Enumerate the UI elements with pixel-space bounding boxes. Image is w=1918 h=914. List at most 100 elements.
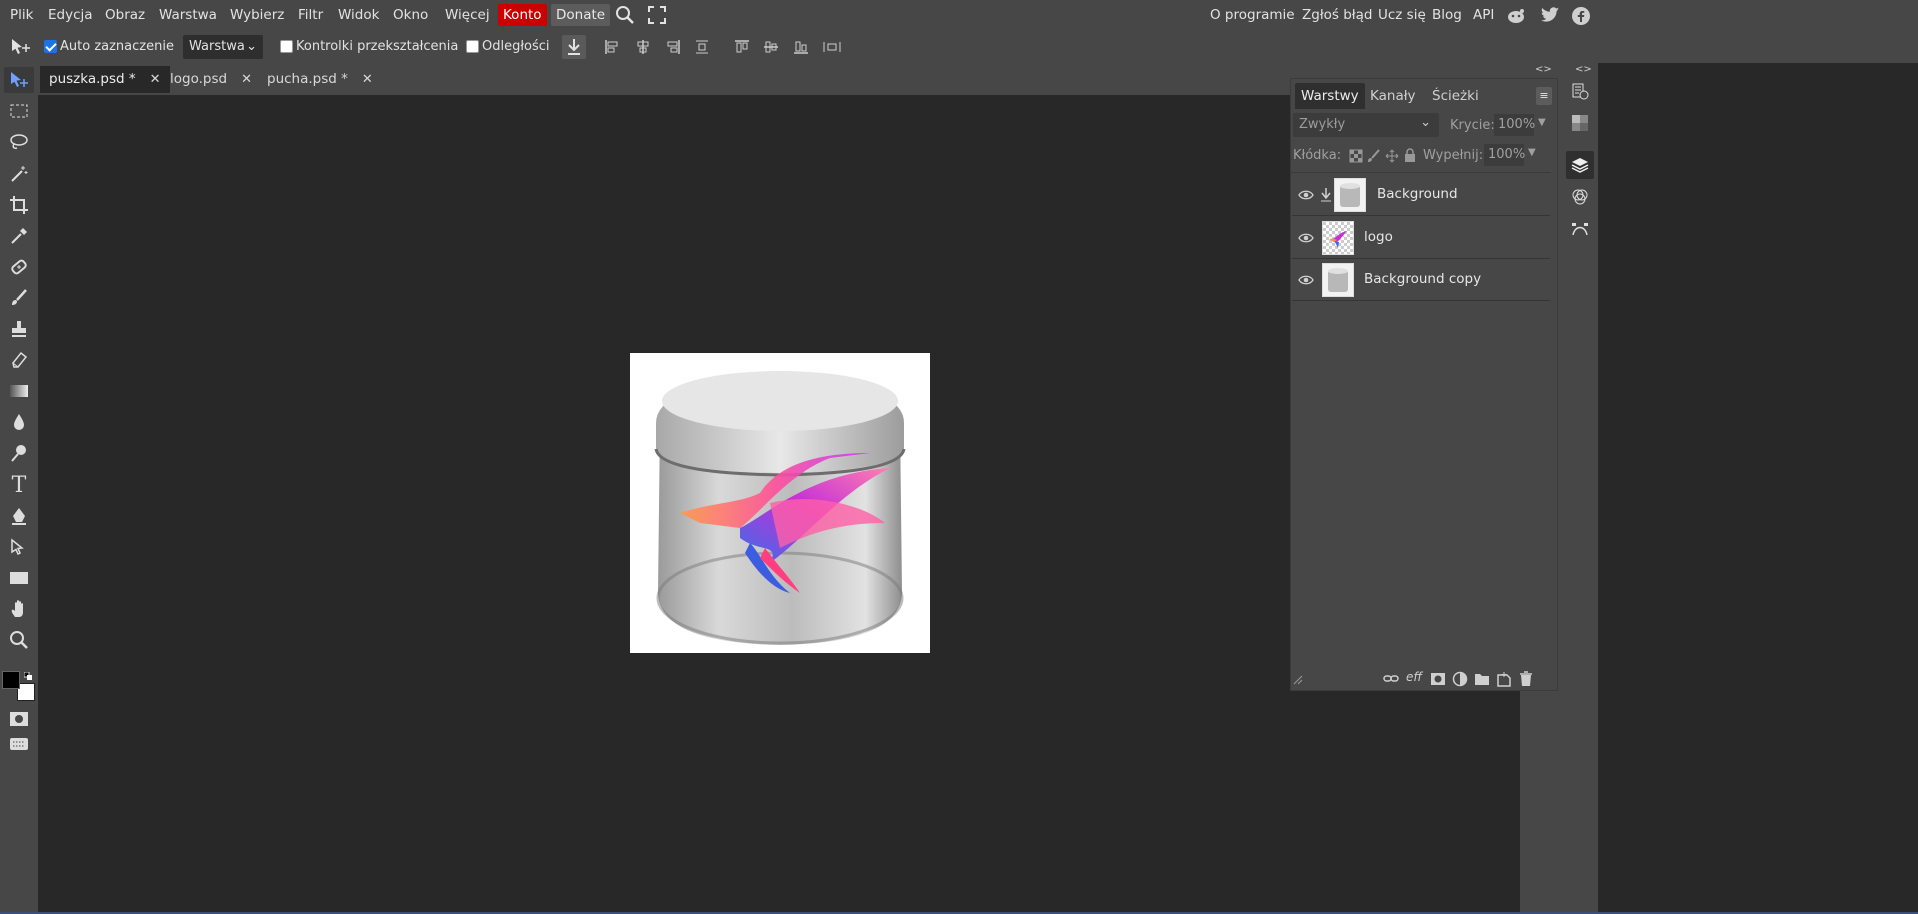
- keyboard-icon[interactable]: [4, 733, 34, 755]
- close-icon[interactable]: ✕: [362, 66, 373, 93]
- foreground-color-swatch[interactable]: [2, 671, 20, 689]
- align-left-icon[interactable]: [604, 39, 620, 55]
- gradient-tool-icon[interactable]: [4, 378, 34, 404]
- link-about[interactable]: O programie: [1208, 4, 1297, 26]
- align-center-icon[interactable]: [635, 39, 651, 55]
- download-icon[interactable]: [562, 35, 586, 59]
- tab-channels[interactable]: Kanały: [1364, 83, 1422, 109]
- collapse-dock-icon[interactable]: <>: [1575, 64, 1592, 75]
- panel-menu-icon[interactable]: ≡: [1536, 87, 1552, 105]
- layer-row-background[interactable]: Background: [1292, 174, 1550, 216]
- account-button[interactable]: Konto: [498, 4, 547, 26]
- blend-mode-dropdown[interactable]: Zwykły ⌄: [1293, 113, 1439, 137]
- canvas-document[interactable]: [630, 353, 930, 653]
- magic-wand-icon[interactable]: [4, 161, 34, 187]
- fill-input[interactable]: 100%: [1484, 144, 1525, 166]
- hand-tool-icon[interactable]: [4, 596, 34, 622]
- menu-file[interactable]: Plik: [8, 4, 35, 26]
- path-select-icon[interactable]: [4, 534, 34, 560]
- link-report-bug[interactable]: Zgłoś błąd: [1300, 4, 1375, 26]
- tab-paths[interactable]: Ścieżki: [1426, 83, 1485, 109]
- align-top-icon[interactable]: [734, 39, 750, 55]
- lock-paint-icon[interactable]: [1367, 149, 1381, 163]
- quick-mask-icon[interactable]: [4, 708, 34, 730]
- facebook-icon[interactable]: [1571, 6, 1591, 26]
- layer-effects-icon[interactable]: eff: [1406, 670, 1422, 684]
- text-tool-icon[interactable]: T: [4, 472, 34, 498]
- transform-controls-checkbox[interactable]: [280, 40, 293, 53]
- twitter-icon[interactable]: [1540, 6, 1560, 24]
- menu-bar: Plik Edycja Obraz Warstwa Wybierz Filtr …: [0, 0, 1918, 30]
- clone-stamp-icon[interactable]: [4, 316, 34, 342]
- layer-row-background-copy[interactable]: Background copy: [1292, 259, 1550, 301]
- menu-more[interactable]: Więcej: [443, 4, 492, 26]
- link-blog[interactable]: Blog: [1430, 4, 1464, 26]
- lock-all-icon[interactable]: [1403, 148, 1417, 162]
- layer-row-logo[interactable]: logo: [1292, 217, 1550, 259]
- menu-view[interactable]: Widok: [336, 4, 381, 26]
- distances-checkbox[interactable]: [466, 40, 479, 53]
- distribute-horizontal-icon[interactable]: [822, 39, 842, 55]
- lock-transparency-icon[interactable]: [1349, 149, 1363, 163]
- menu-select[interactable]: Wybierz: [228, 4, 286, 26]
- search-icon[interactable]: [614, 5, 636, 25]
- link-api[interactable]: API: [1471, 4, 1496, 26]
- dodge-tool-icon[interactable]: [4, 440, 34, 466]
- tab-puszka[interactable]: puszka.psd * ✕: [40, 66, 170, 93]
- fill-arrow-icon[interactable]: ▼: [1528, 147, 1536, 158]
- menu-image[interactable]: Obraz: [103, 4, 147, 26]
- eraser-tool-icon[interactable]: [4, 347, 34, 373]
- tab-logo[interactable]: logo.psd ✕: [161, 66, 261, 93]
- lock-position-icon[interactable]: [1385, 149, 1399, 163]
- menu-window[interactable]: Okno: [391, 4, 430, 26]
- marquee-tool-button[interactable]: [4, 98, 34, 124]
- auto-select-checkbox[interactable]: [44, 40, 57, 53]
- swatches-icon[interactable]: [1568, 111, 1592, 135]
- reddit-icon[interactable]: [1506, 6, 1526, 24]
- eye-icon[interactable]: [1298, 189, 1314, 201]
- add-mask-icon[interactable]: [1430, 672, 1446, 686]
- pen-tool-icon[interactable]: [4, 503, 34, 529]
- move-tool-button[interactable]: [4, 67, 34, 93]
- link-layers-icon[interactable]: [1383, 672, 1399, 686]
- align-bottom-icon[interactable]: [793, 39, 809, 55]
- zoom-tool-icon[interactable]: [4, 627, 34, 653]
- align-right-icon[interactable]: [665, 39, 681, 55]
- auto-select-target-dropdown[interactable]: Warstwa ⌄: [183, 35, 263, 59]
- tab-layers[interactable]: Warstwy: [1295, 83, 1365, 109]
- tab-pucha[interactable]: pucha.psd * ✕: [258, 66, 382, 93]
- close-icon[interactable]: ✕: [150, 66, 161, 93]
- opacity-arrow-icon[interactable]: ▼: [1538, 117, 1546, 128]
- donate-button[interactable]: Donate: [551, 4, 611, 26]
- blur-tool-icon[interactable]: [4, 409, 34, 435]
- layers-icon[interactable]: [1566, 151, 1594, 179]
- link-learn[interactable]: Ucz się: [1376, 4, 1428, 26]
- new-layer-icon[interactable]: [1496, 671, 1512, 687]
- adjustment-layer-icon[interactable]: [1452, 671, 1468, 687]
- resize-handle-icon[interactable]: [1293, 674, 1303, 685]
- distribute-vertical-icon[interactable]: [694, 39, 710, 55]
- brush-tool-icon[interactable]: [4, 285, 34, 311]
- lasso-tool-icon[interactable]: [4, 129, 34, 155]
- swap-colors-icon[interactable]: [23, 669, 32, 680]
- new-group-icon[interactable]: [1474, 672, 1490, 686]
- eye-icon[interactable]: [1298, 274, 1314, 286]
- menu-layer[interactable]: Warstwa: [157, 4, 219, 26]
- close-icon[interactable]: ✕: [241, 66, 252, 93]
- fullscreen-icon[interactable]: [648, 6, 666, 24]
- collapse-panel-icon[interactable]: <>: [1535, 64, 1552, 75]
- color-swatches[interactable]: [2, 669, 35, 703]
- opacity-input[interactable]: 100%: [1494, 114, 1535, 136]
- paths-icon[interactable]: [1568, 217, 1592, 241]
- crop-tool-icon[interactable]: [4, 192, 34, 218]
- delete-layer-icon[interactable]: [1518, 671, 1534, 687]
- menu-edit[interactable]: Edycja: [46, 4, 95, 26]
- healing-brush-icon[interactable]: [4, 254, 34, 280]
- eyedropper-icon[interactable]: [4, 223, 34, 249]
- eye-icon[interactable]: [1298, 232, 1314, 244]
- align-middle-icon[interactable]: [763, 39, 779, 55]
- menu-filter[interactable]: Filtr: [296, 4, 325, 26]
- channels-icon[interactable]: [1568, 185, 1592, 209]
- rectangle-tool-icon[interactable]: [4, 565, 34, 591]
- history-icon[interactable]: [1568, 79, 1592, 103]
